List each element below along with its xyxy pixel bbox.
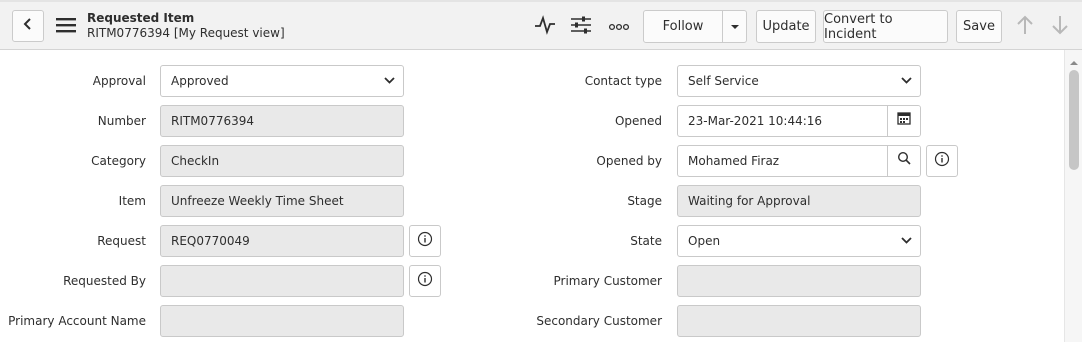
opened-label: Opened <box>614 114 662 128</box>
more-options-icon <box>608 20 630 35</box>
contact-type-select[interactable]: Self Service <box>677 65 921 97</box>
requested-by-field <box>160 265 404 297</box>
primary-customer-field <box>677 265 921 297</box>
chevron-down-icon <box>901 66 912 96</box>
opened-by-info-button[interactable] <box>926 145 958 177</box>
request-field: REQ0770049 <box>160 225 404 257</box>
chevron-down-icon <box>384 66 395 96</box>
next-record-button[interactable] <box>1047 14 1073 40</box>
contact-type-label: Contact type <box>584 74 662 88</box>
stage-field: Waiting for Approval <box>677 185 921 217</box>
update-label: Update <box>762 19 810 34</box>
search-icon <box>897 146 911 176</box>
secondary-customer-field <box>677 305 921 337</box>
approval-value: Approved <box>171 74 229 88</box>
follow-label: Follow <box>662 19 704 34</box>
scrollbar-thumb[interactable] <box>1069 70 1079 170</box>
calendar-icon <box>897 106 911 136</box>
activity-button[interactable] <box>532 14 558 40</box>
requested-by-label: Requested By <box>63 274 146 288</box>
category-label: Category <box>91 154 146 168</box>
follow-dropdown-button[interactable] <box>722 10 747 43</box>
hamburger-menu-icon <box>55 16 77 38</box>
update-button[interactable]: Update <box>756 10 816 43</box>
scroll-up-icon[interactable] <box>1069 55 1079 70</box>
primary-account-name-field <box>160 305 404 337</box>
info-icon <box>417 271 433 291</box>
up-arrow-icon <box>1016 15 1034 39</box>
requested-by-info-button[interactable] <box>409 265 441 297</box>
item-field: Unfreeze Weekly Time Sheet <box>160 185 404 217</box>
record-subtitle: RITM0776394 [My Request view] <box>87 26 285 40</box>
item-value: Unfreeze Weekly Time Sheet <box>171 194 344 208</box>
category-value: CheckIn <box>171 154 220 168</box>
hamburger-menu-button[interactable] <box>54 15 78 39</box>
request-label: Request <box>97 234 146 248</box>
opened-by-input[interactable]: Mohamed Firaz <box>677 145 921 177</box>
caret-down-icon <box>730 19 740 34</box>
number-value: RITM0776394 <box>171 114 255 128</box>
down-arrow-icon <box>1051 15 1069 39</box>
back-button[interactable] <box>12 10 44 42</box>
opened-by-value: Mohamed Firaz <box>688 154 780 168</box>
record-type-title: Requested Item <box>87 11 195 25</box>
info-icon <box>417 231 433 251</box>
follow-button[interactable]: Follow <box>643 10 723 43</box>
opened-value: 23-Mar-2021 10:44:16 <box>688 114 823 128</box>
item-label: Item <box>118 194 146 208</box>
lookup-button[interactable] <box>887 146 920 176</box>
state-label: State <box>630 234 662 248</box>
secondary-customer-label: Secondary Customer <box>536 314 662 328</box>
info-icon <box>934 151 950 171</box>
more-options-button[interactable] <box>606 14 632 40</box>
opened-by-label: Opened by <box>596 154 662 168</box>
convert-to-incident-button[interactable]: Convert to Incident <box>823 10 948 43</box>
calendar-button[interactable] <box>887 106 920 136</box>
number-field: RITM0776394 <box>160 105 404 137</box>
category-field: CheckIn <box>160 145 404 177</box>
state-select[interactable]: Open <box>677 225 921 257</box>
opened-input[interactable]: 23-Mar-2021 10:44:16 <box>677 105 921 137</box>
vertical-scrollbar[interactable] <box>1064 50 1082 342</box>
approval-label: Approval <box>92 74 146 88</box>
approval-select[interactable]: Approved <box>160 65 404 97</box>
previous-record-button[interactable] <box>1012 14 1038 40</box>
contact-type-value: Self Service <box>688 74 759 88</box>
state-value: Open <box>688 234 721 248</box>
personalize-form-icon <box>570 15 592 39</box>
chevron-down-icon <box>901 226 912 256</box>
primary-account-name-label: Primary Account Name <box>8 314 146 328</box>
activity-pulse-icon <box>534 15 556 39</box>
back-arrow-icon <box>21 17 35 35</box>
request-info-button[interactable] <box>409 225 441 257</box>
stage-label: Stage <box>627 194 662 208</box>
convert-label: Convert to Incident <box>824 11 893 42</box>
request-value: REQ0770049 <box>171 234 250 248</box>
save-button[interactable]: Save <box>956 10 1002 43</box>
number-label: Number <box>97 114 146 128</box>
stage-value: Waiting for Approval <box>688 194 811 208</box>
save-label: Save <box>963 19 995 34</box>
personalize-form-button[interactable] <box>568 14 594 40</box>
form-header: Requested Item RITM0776394 [My Request v… <box>0 0 1082 50</box>
primary-customer-label: Primary Customer <box>553 274 662 288</box>
